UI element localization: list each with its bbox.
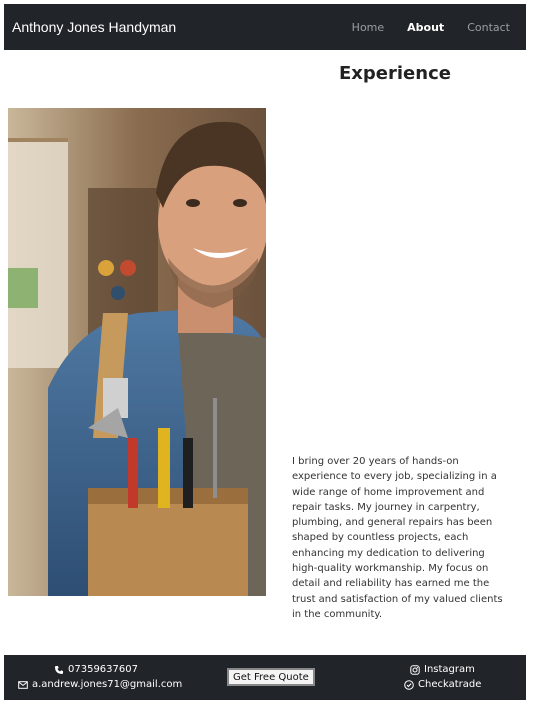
phone-icon	[55, 665, 63, 674]
email-address: a.andrew.jones71@gmail.com	[32, 679, 183, 690]
phone-contact[interactable]: 07359637607	[54, 664, 138, 675]
instagram-link[interactable]: Instagram	[410, 664, 475, 675]
email-contact[interactable]: a.andrew.jones71@gmail.com	[18, 679, 182, 690]
experience-paragraph: I bring over 20 years of hands-on experi…	[292, 456, 503, 620]
check-circle-icon	[404, 679, 414, 690]
handyman-illustration	[8, 108, 266, 596]
nav-link-about[interactable]: About	[407, 21, 444, 34]
nav-link-contact[interactable]: Contact	[467, 21, 510, 34]
get-free-quote-button[interactable]: Get Free Quote	[227, 668, 315, 686]
instagram-label: Instagram	[424, 664, 475, 675]
phone-number: 07359637607	[68, 664, 138, 675]
handyman-photo	[8, 108, 266, 596]
checkatrade-link[interactable]: Checkatrade	[404, 679, 481, 690]
nav-links: Home About Contact	[352, 21, 510, 34]
navbar: Anthony Jones Handyman Home About Contac…	[4, 4, 526, 50]
instagram-icon	[410, 664, 420, 675]
brand-link[interactable]: Anthony Jones Handyman	[12, 19, 176, 35]
nav-link-home[interactable]: Home	[352, 21, 384, 34]
footer: 07359637607 a.andrew.jones71@gmail.com G…	[4, 655, 526, 700]
section-title: Experience	[339, 63, 451, 84]
checkatrade-label: Checkatrade	[418, 679, 482, 690]
envelope-icon	[18, 680, 28, 689]
